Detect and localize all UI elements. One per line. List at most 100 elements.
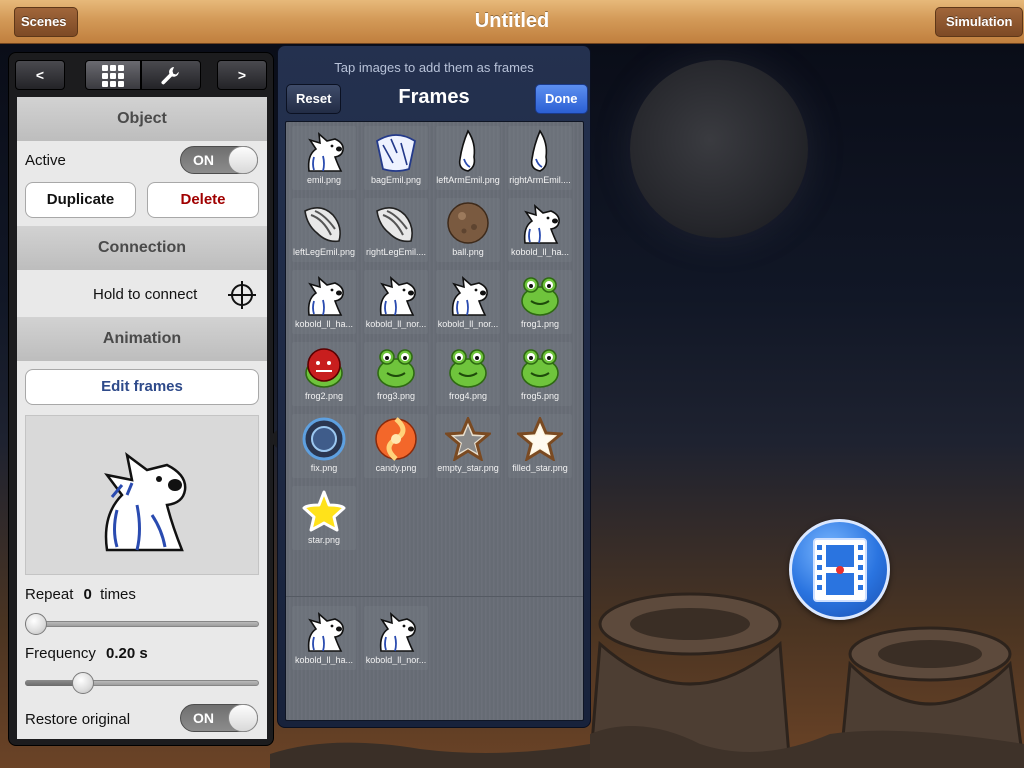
image-tile[interactable]: kobold_ll_nor...	[436, 270, 500, 334]
image-caption: leftLegEmil.png	[292, 247, 356, 257]
inspector-body: Object Active ON Duplicate Delete Connec…	[17, 97, 267, 739]
duplicate-button[interactable]: Duplicate	[25, 182, 136, 218]
kobold-icon	[442, 272, 494, 318]
animation-object-button[interactable]	[789, 519, 890, 620]
repeat-label: Repeat 0 times	[25, 586, 136, 603]
done-button[interactable]: Done	[535, 84, 588, 114]
image-tile[interactable]: star.png	[292, 486, 356, 550]
image-caption: kobold_ll_ha...	[294, 655, 354, 665]
toggle-knob	[228, 704, 258, 732]
next-object-button[interactable]: >	[217, 60, 267, 90]
image-tile[interactable]: empty_star.png	[436, 414, 500, 478]
image-tile[interactable]: kobold_ll_ha...	[292, 606, 356, 670]
image-tile[interactable]: frog3.png	[364, 342, 428, 406]
film-strip-icon	[812, 537, 867, 602]
image-tile[interactable]: frog2.png	[292, 342, 356, 406]
frequency-value: 0.20 s	[106, 645, 148, 662]
frequency-slider-knob[interactable]	[71, 672, 94, 694]
frog-icon	[442, 344, 494, 390]
frames-hint: Tap images to add them as frames	[334, 60, 534, 75]
object-section-header: Object	[17, 97, 267, 141]
repeat-slider[interactable]	[25, 613, 259, 635]
image-tile[interactable]: kobold_ll_nor...	[364, 270, 428, 334]
edit-frames-button[interactable]: Edit frames	[25, 369, 259, 405]
image-tile[interactable]: fix.png	[292, 414, 356, 478]
reset-button[interactable]: Reset	[286, 84, 342, 114]
kobold-icon	[370, 608, 422, 654]
delete-button[interactable]: Delete	[147, 182, 259, 218]
crosshair-icon[interactable]	[227, 280, 257, 310]
image-caption: kobold_ll_nor...	[365, 319, 427, 329]
kobold-icon	[370, 272, 422, 318]
image-caption: star.png	[307, 535, 341, 545]
frequency-label: Frequency 0.20 s	[25, 645, 148, 662]
yellow-star-icon	[298, 488, 350, 534]
animation-preview	[25, 415, 259, 575]
image-tile[interactable]: frog1.png	[508, 270, 572, 334]
arm-icon	[514, 128, 566, 174]
image-tile[interactable]: kobold_ll_ha...	[508, 198, 572, 262]
image-caption: empty_star.png	[437, 463, 499, 473]
image-caption: leftArmEmil.png	[436, 175, 500, 185]
frog-red-mouth-icon	[298, 344, 350, 390]
previous-object-button[interactable]: <	[15, 60, 65, 90]
repeat-unit: times	[100, 586, 136, 603]
image-caption: emil.png	[306, 175, 342, 185]
restore-original-label: Restore original	[25, 711, 131, 728]
active-toggle[interactable]: ON	[180, 146, 258, 174]
active-label: Active	[25, 152, 66, 169]
image-tile[interactable]: kobold_ll_nor...	[364, 606, 428, 670]
bag-icon	[370, 128, 422, 174]
image-caption: fix.png	[310, 463, 338, 473]
simulation-button[interactable]: Simulation	[935, 7, 1024, 37]
image-tile[interactable]: frog4.png	[436, 342, 500, 406]
image-caption: frog1.png	[520, 319, 560, 329]
candy-icon	[370, 416, 422, 462]
image-tile[interactable]: leftLegEmil.png	[292, 198, 356, 262]
filled-star-icon	[514, 416, 566, 462]
image-tile[interactable]: kobold_ll_ha...	[292, 270, 356, 334]
image-caption: kobold_ll_ha...	[294, 319, 354, 329]
tools-tab[interactable]	[141, 60, 201, 90]
image-tile[interactable]: ball.png	[436, 198, 500, 262]
empty-star-icon	[442, 416, 494, 462]
kobold-icon	[514, 200, 566, 246]
image-tile[interactable]: candy.png	[364, 414, 428, 478]
image-caption: filled_star.png	[512, 463, 568, 473]
grid-icon	[102, 65, 124, 87]
kobold-icon	[298, 608, 350, 654]
leg-icon	[370, 200, 422, 246]
arm-icon	[442, 128, 494, 174]
image-tile[interactable]: rightArmEmil....	[508, 126, 572, 190]
scenes-back-button[interactable]: Scenes	[14, 7, 78, 37]
image-tile[interactable]: filled_star.png	[508, 414, 572, 478]
grid-view-tab[interactable]	[85, 60, 141, 90]
selected-frames-divider	[286, 596, 583, 597]
image-tile[interactable]: leftArmEmil.png	[436, 126, 500, 190]
kobold-icon	[298, 128, 350, 174]
repeat-slider-knob[interactable]	[25, 613, 47, 635]
restore-original-toggle[interactable]: ON	[180, 704, 258, 732]
image-caption: kobold_ll_nor...	[365, 655, 427, 665]
image-caption: frog2.png	[304, 391, 344, 401]
fix-ring-icon	[298, 416, 350, 462]
leg-icon	[298, 200, 350, 246]
restore-toggle-text: ON	[193, 710, 214, 726]
image-tile[interactable]: rightLegEmil....	[364, 198, 428, 262]
image-caption: kobold_ll_nor...	[437, 319, 499, 329]
image-caption: bagEmil.png	[370, 175, 422, 185]
frog-icon	[370, 344, 422, 390]
top-navigation-bar: Untitled Scenes Simulation	[0, 0, 1024, 44]
image-tile[interactable]: emil.png	[292, 126, 356, 190]
image-caption: frog5.png	[520, 391, 560, 401]
repeat-value: 0	[83, 586, 92, 603]
frequency-slider[interactable]	[25, 672, 259, 694]
image-caption: ball.png	[452, 247, 484, 257]
image-tile[interactable]: frog5.png	[508, 342, 572, 406]
image-caption: frog4.png	[448, 391, 488, 401]
image-tile[interactable]: bagEmil.png	[364, 126, 428, 190]
kobold-preview-image	[104, 452, 187, 552]
frog-icon	[514, 272, 566, 318]
frequency-label-text: Frequency	[25, 645, 96, 662]
hold-to-connect-label: Hold to connect	[93, 286, 198, 303]
